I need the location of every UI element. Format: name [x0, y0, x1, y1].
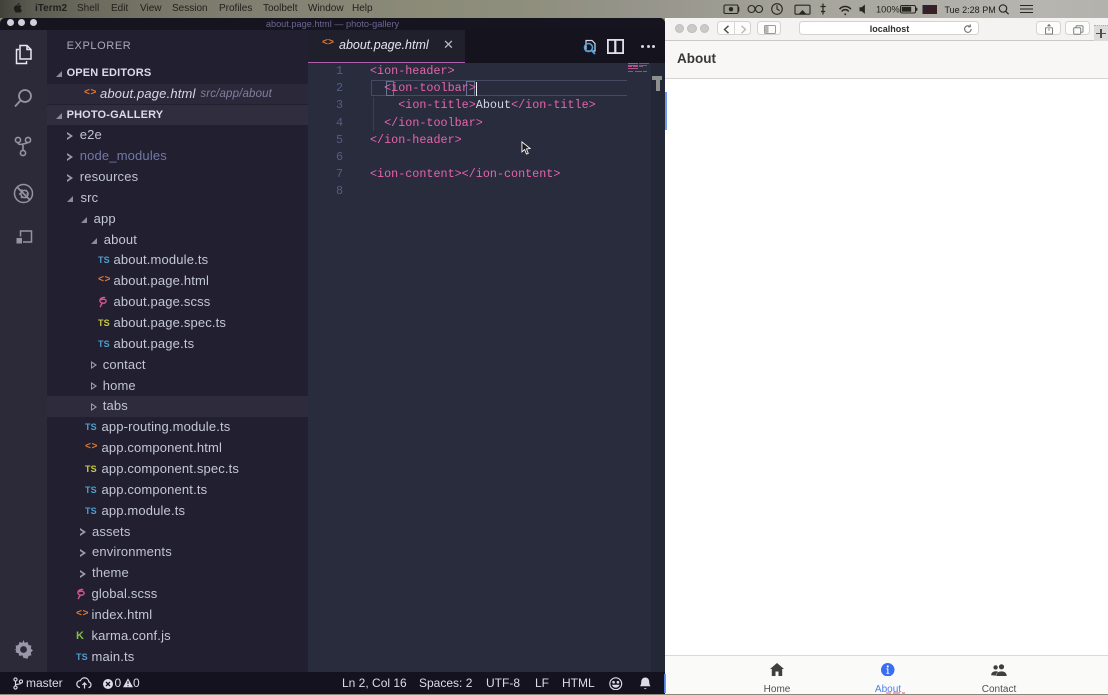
svg-text:Tue 2:28 PM: Tue 2:28 PM [945, 5, 996, 15]
svg-text:100%: 100% [876, 5, 900, 15]
